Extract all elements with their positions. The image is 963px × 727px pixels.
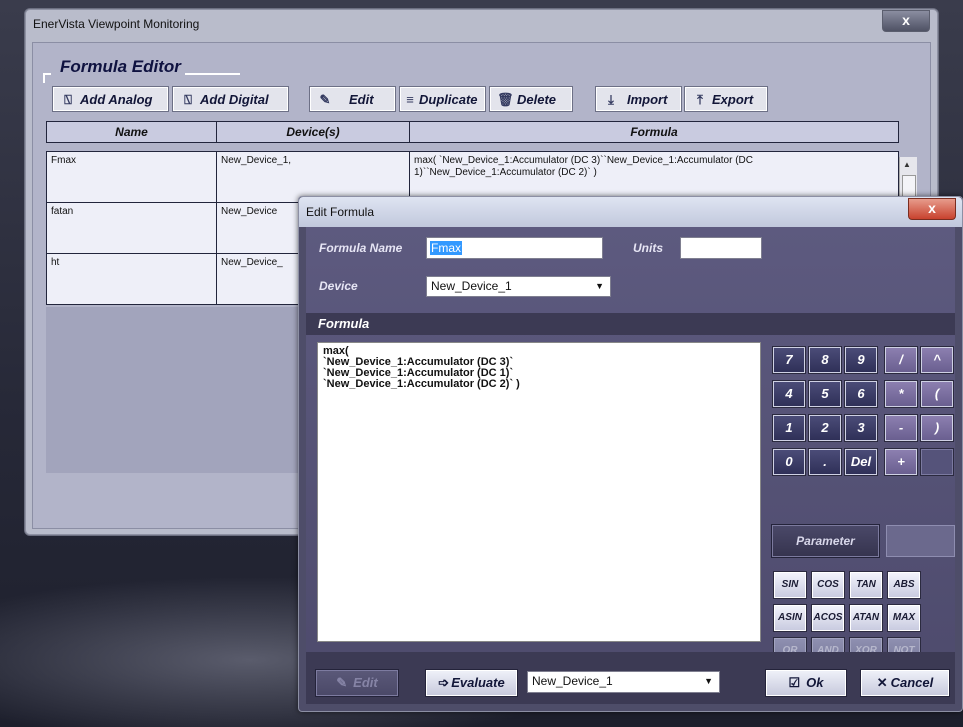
key-7[interactable]: 7 — [772, 346, 806, 374]
evaluate-arrow-icon: ➩ — [438, 675, 450, 690]
function-tan-button[interactable]: TAN — [849, 571, 883, 599]
dialog-close-button[interactable]: x — [908, 198, 956, 220]
formula-section-header: Formula — [306, 313, 955, 335]
key-4[interactable]: 4 — [772, 380, 806, 408]
function-max-button[interactable]: MAX — [887, 604, 921, 632]
scroll-up-arrow-icon[interactable]: ▲ — [903, 160, 911, 169]
function-abs-button[interactable]: ABS — [887, 571, 921, 599]
key-add[interactable]: + — [884, 448, 918, 476]
add-digital-icon: ⍂ — [184, 92, 192, 107]
key-9[interactable]: 9 — [844, 346, 878, 374]
units-field[interactable] — [680, 237, 762, 259]
key-3[interactable]: 3 — [844, 414, 878, 442]
duplicate-button[interactable]: ≡ Duplicate — [399, 86, 486, 112]
delete-button[interactable]: 🗑 Delete — [489, 86, 573, 112]
edit-icon: ✎ — [319, 92, 331, 107]
add-analog-icon: ⍂ — [64, 92, 72, 107]
edit-button[interactable]: ✎ Edit — [309, 86, 396, 112]
key-right-paren[interactable]: ) — [920, 414, 954, 442]
key-multiply[interactable]: * — [884, 380, 918, 408]
checkbox-icon: ☑ — [788, 675, 801, 690]
formula-editor-title: Formula Editor — [60, 57, 181, 76]
dialog-body: Formula Name Fmax Units Device New_Devic… — [306, 227, 955, 704]
function-acos-button[interactable]: ACOS — [811, 604, 845, 632]
key-blank — [920, 448, 954, 476]
key-8[interactable]: 8 — [808, 346, 842, 374]
cancel-button[interactable]: ✕ Cancel — [860, 669, 950, 697]
duplicate-icon: ≡ — [406, 92, 414, 107]
edit-formula-dialog: Edit Formula x Formula Name Fmax Units D… — [298, 196, 963, 712]
function-asin-button[interactable]: ASIN — [773, 604, 807, 632]
key-power[interactable]: ^ — [920, 346, 954, 374]
key-2[interactable]: 2 — [808, 414, 842, 442]
main-close-button[interactable]: x — [882, 10, 930, 32]
ok-button[interactable]: ☑ Ok — [765, 669, 847, 697]
function-sin-button[interactable]: SIN — [773, 571, 807, 599]
parameter-blank-button — [886, 525, 955, 557]
chevron-down-icon: ▼ — [704, 676, 713, 686]
chevron-down-icon: ▼ — [595, 281, 604, 291]
evaluate-button[interactable]: ➩ Evaluate — [425, 669, 518, 697]
key-delete[interactable]: Del — [844, 448, 878, 476]
key-subtract[interactable]: - — [884, 414, 918, 442]
function-cos-button[interactable]: COS — [811, 571, 845, 599]
edit-icon: ✎ — [336, 675, 348, 690]
formula-textarea[interactable]: max( `New_Device_1:Accumulator (DC 3)` `… — [317, 342, 761, 642]
column-header-formula[interactable]: Formula — [409, 121, 899, 143]
import-icon: ⤓ — [608, 92, 614, 107]
formula-name-label: Formula Name — [319, 241, 403, 255]
dialog-title: Edit Formula — [306, 205, 375, 219]
function-atan-button[interactable]: ATAN — [849, 604, 883, 632]
evaluate-device-select[interactable]: New_Device_1 ▼ — [527, 671, 720, 693]
parameter-button[interactable]: Parameter — [771, 524, 880, 558]
column-header-devices[interactable]: Device(s) — [216, 121, 410, 143]
key-5[interactable]: 5 — [808, 380, 842, 408]
device-label: Device — [319, 279, 358, 293]
dialog-action-bar: ✎ Edit ➩ Evaluate New_Device_1 ▼ ☑ Ok ✕ Canc… — [306, 652, 955, 704]
key-left-paren[interactable]: ( — [920, 380, 954, 408]
key-decimal[interactable]: . — [808, 448, 842, 476]
main-window-title: EnerVista Viewpoint Monitoring — [33, 17, 200, 31]
units-label: Units — [633, 241, 663, 255]
table-cell-name[interactable]: fatan — [46, 202, 217, 254]
import-button[interactable]: ⤓ Import — [595, 86, 682, 112]
export-icon: ⤒ — [697, 92, 703, 107]
close-icon: ✕ — [876, 675, 888, 690]
export-button[interactable]: ⤒ Export — [684, 86, 768, 112]
key-0[interactable]: 0 — [772, 448, 806, 476]
dialog-titlebar[interactable]: Edit Formula x — [299, 197, 962, 227]
formula-line: `New_Device_1:Accumulator (DC 2)` ) — [323, 378, 520, 390]
key-divide[interactable]: / — [884, 346, 918, 374]
table-cell-name[interactable]: Fmax — [46, 151, 217, 203]
key-6[interactable]: 6 — [844, 380, 878, 408]
formula-name-field[interactable]: Fmax — [426, 237, 603, 259]
column-header-name[interactable]: Name — [46, 121, 217, 143]
table-cell-name[interactable]: ht — [46, 253, 217, 305]
add-analog-button[interactable]: ⍂ Add Analog — [52, 86, 169, 112]
key-1[interactable]: 1 — [772, 414, 806, 442]
trash-icon: 🗑 — [497, 92, 514, 107]
device-select[interactable]: New_Device_1 ▼ — [426, 276, 611, 297]
dialog-edit-button[interactable]: ✎ Edit — [315, 669, 399, 697]
add-digital-button[interactable]: ⍂ Add Digital — [172, 86, 289, 112]
